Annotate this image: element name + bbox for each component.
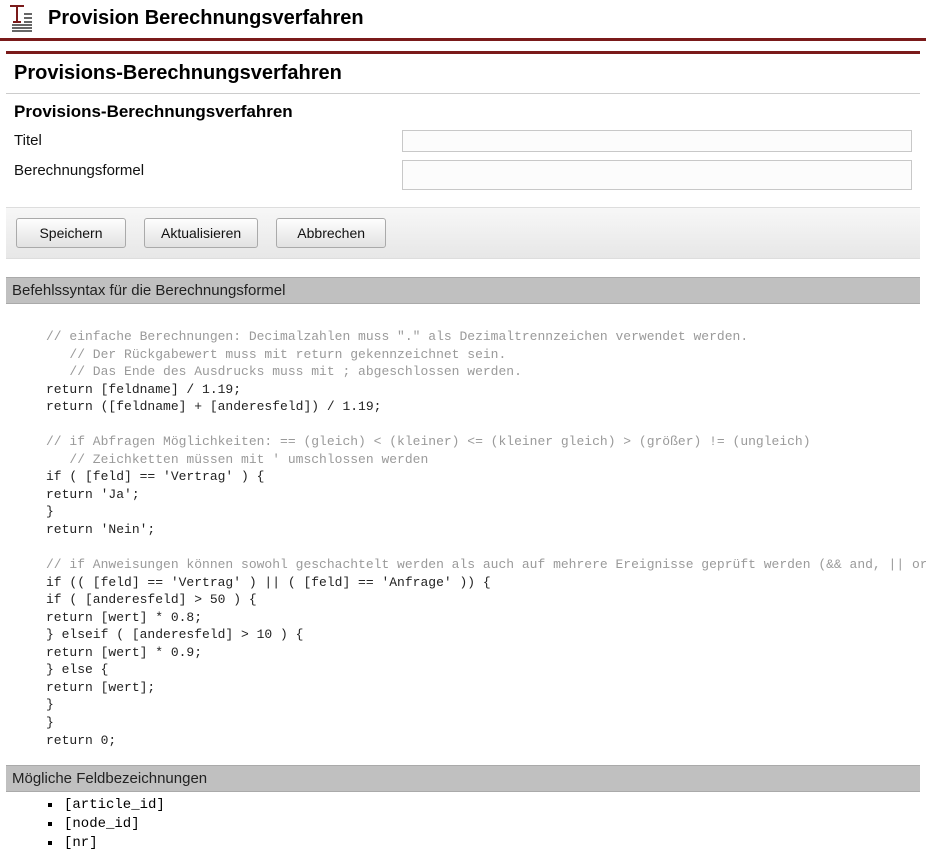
main-panel: Provisions-Berechnungsverfahren Provisio…	[6, 51, 920, 853]
cancel-button[interactable]: Abbrechen	[276, 218, 386, 248]
syntax-header: Befehlssyntax für die Berechnungsformel	[6, 277, 920, 304]
list-item: [node_id]	[62, 815, 920, 834]
code-line: return [wert] * 0.9;	[46, 645, 202, 660]
code-line: if (( [feld] == 'Vertrag' ) || ( [feld] …	[46, 575, 491, 590]
app-logo-icon	[6, 4, 34, 32]
formel-label: Berechnungsformel	[14, 160, 402, 179]
comment-line: // Das Ende des Ausdrucks muss mit ; abg…	[46, 364, 522, 379]
code-line: }	[46, 715, 54, 730]
syntax-block: // einfache Berechnungen: Decimalzahlen …	[6, 304, 920, 765]
code-line: return ([feldname] + [anderesfeld]) / 1.…	[46, 399, 381, 414]
comment-line: // einfache Berechnungen: Decimalzahlen …	[46, 329, 748, 344]
code-line: return 'Ja';	[46, 487, 140, 502]
code-line: return 0;	[46, 733, 116, 748]
comment-line: // if Abfragen Möglichkeiten: == (gleich…	[46, 434, 811, 449]
titel-label: Titel	[14, 130, 402, 149]
topbar: Provision Berechnungsverfahren	[0, 0, 926, 41]
panel-header: Provisions-Berechnungsverfahren	[6, 51, 920, 93]
field-list: [article_id] [node_id] [nr]	[6, 796, 920, 853]
formel-textarea[interactable]	[402, 160, 912, 190]
fields-header: Mögliche Feldbezeichnungen	[6, 765, 920, 792]
page-title: Provision Berechnungsverfahren	[48, 7, 364, 30]
code-line: } else {	[46, 662, 108, 677]
list-item: [nr]	[62, 834, 920, 853]
comment-line: // Zeichketten müssen mit ' umschlossen …	[46, 452, 428, 467]
code-line: if ( [feld] == 'Vertrag' ) {	[46, 469, 264, 484]
titel-input[interactable]	[402, 130, 912, 152]
button-bar: Speichern Aktualisieren Abbrechen	[6, 207, 920, 259]
form-row-formel: Berechnungsformel	[6, 156, 920, 197]
code-line: }	[46, 504, 54, 519]
code-line: return [wert];	[46, 680, 155, 695]
save-button[interactable]: Speichern	[16, 218, 126, 248]
comment-line: // if Anweisungen können sowohl geschach…	[46, 557, 926, 572]
refresh-button[interactable]: Aktualisieren	[144, 218, 258, 248]
code-line: return [wert] * 0.8;	[46, 610, 202, 625]
code-line: return [feldname] / 1.19;	[46, 382, 241, 397]
list-item: [article_id]	[62, 796, 920, 815]
comment-line: // Der Rückgabewert muss mit return geke…	[46, 347, 506, 362]
code-line: return 'Nein';	[46, 522, 155, 537]
form-row-titel: Titel	[6, 126, 920, 156]
section-header: Provisions-Berechnungsverfahren	[6, 93, 920, 126]
code-line: } elseif ( [anderesfeld] > 10 ) {	[46, 627, 303, 642]
code-line: }	[46, 697, 54, 712]
code-line: if ( [anderesfeld] > 50 ) {	[46, 592, 257, 607]
